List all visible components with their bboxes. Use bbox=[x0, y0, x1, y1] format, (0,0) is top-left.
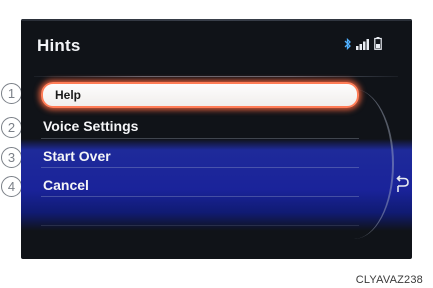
menu-item-start-over[interactable]: Start Over bbox=[43, 143, 363, 169]
figure-caption: CLYAVAZ238 bbox=[355, 274, 423, 286]
callout-number-3: 3 bbox=[1, 147, 22, 168]
battery-icon bbox=[374, 37, 382, 55]
screen-title: Hints bbox=[37, 36, 81, 55]
back-arrow-icon[interactable] bbox=[396, 173, 412, 195]
row-divider bbox=[41, 225, 359, 226]
callout-number-1: 1 bbox=[1, 83, 22, 104]
menu-item-cancel[interactable]: Cancel bbox=[43, 172, 363, 198]
menu-item-label: Cancel bbox=[43, 177, 89, 193]
callout-number-4: 4 bbox=[1, 176, 22, 197]
signal-strength-icon bbox=[356, 37, 370, 55]
menu-item-label: Start Over bbox=[43, 148, 111, 164]
menu-item-label: Help bbox=[55, 88, 82, 102]
display-screen: Hints Help Voice Settings Start Over Can… bbox=[21, 19, 412, 259]
callout-number-2: 2 bbox=[1, 117, 22, 138]
menu-item-voice-settings[interactable]: Voice Settings bbox=[43, 113, 363, 139]
status-bar bbox=[344, 37, 382, 55]
bluetooth-icon bbox=[344, 37, 352, 55]
header-divider bbox=[34, 76, 398, 77]
menu-item-help[interactable]: Help bbox=[41, 82, 359, 108]
menu-item-label: Voice Settings bbox=[43, 118, 139, 134]
